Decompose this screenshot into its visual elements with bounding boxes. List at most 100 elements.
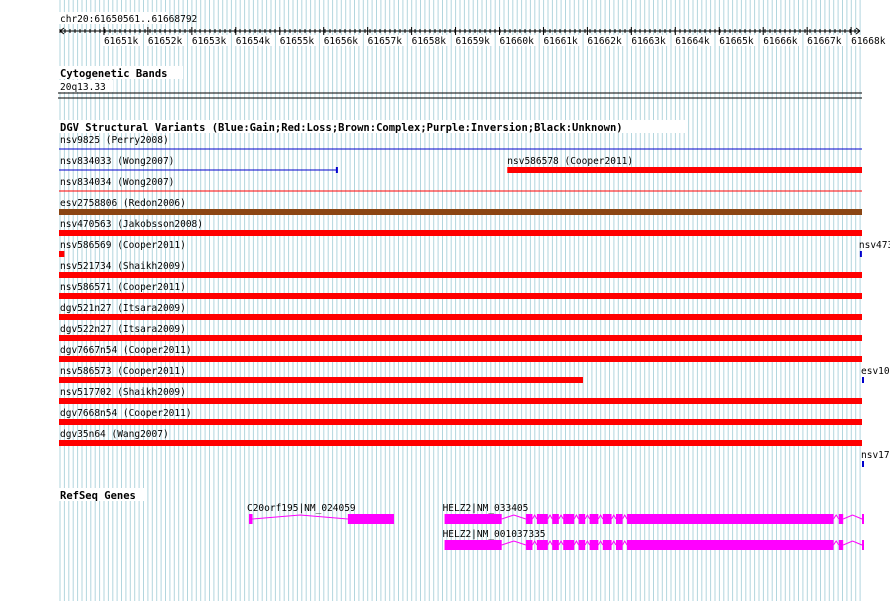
refseq-exon[interactable] [444, 514, 502, 524]
dgv-feature-label: nsv586571 (Cooper2011) [60, 282, 186, 293]
dgv-feature-label: nsv586569 (Cooper2011) [60, 240, 186, 251]
refseq-intron [573, 539, 580, 546]
dgv-feature[interactable]: esv100090 [861, 366, 890, 383]
refseq-intron [842, 514, 863, 520]
refseq-intron [573, 513, 580, 520]
dgv-title: DGV Structural Variants (Blue:Gain;Red:L… [60, 122, 623, 134]
ruler-tick-label: 61655k [280, 36, 315, 47]
refseq-exon[interactable] [589, 514, 599, 524]
refseq-exon[interactable] [444, 540, 502, 550]
dgv-feature-bar[interactable] [59, 209, 862, 215]
refseq-exon[interactable] [552, 514, 559, 524]
refseq-exon[interactable] [626, 514, 834, 524]
dgv-feature-label: nsv17940 [861, 450, 890, 461]
dgv-feature-bar[interactable] [59, 251, 65, 257]
refseq-exon[interactable] [536, 514, 548, 524]
dgv-feature-label: nsv517702 (Shaikh2009) [60, 387, 186, 398]
ruler-tick-label: 61667k [807, 36, 842, 47]
ruler-tick-label: 61664k [675, 36, 710, 47]
dgv-feature-label: nsv9825 (Perry2008) [60, 135, 169, 146]
dgv-feature[interactable]: nsv17940 [861, 450, 890, 467]
dgv-feature-bar[interactable] [59, 314, 862, 320]
refseq-exon[interactable] [615, 514, 623, 524]
refseq-exon[interactable] [626, 540, 834, 550]
dgv-feature-label: nsv834033 (Wong2007) [60, 156, 174, 167]
ruler-tick-label: 61661k [543, 36, 578, 47]
refseq-exon[interactable] [589, 540, 599, 550]
refseq-intron [547, 513, 553, 520]
refseq-exon[interactable] [525, 540, 533, 550]
refseq-title: RefSeq Genes [60, 490, 136, 502]
dgv-feature-tick[interactable] [859, 251, 862, 257]
ruler-tick-label: 61662k [587, 36, 622, 47]
dgv-feature-bar[interactable] [507, 167, 862, 173]
dgv-feature[interactable]: nsv834033 (Wong2007) [59, 156, 338, 173]
refseq-intron [501, 540, 527, 546]
dgv-feature-tick[interactable] [862, 461, 864, 467]
dgv-feature-label: dgv522n27 (Itsara2009) [60, 324, 186, 335]
dgv-feature-label: dgv7668n54 (Cooper2011) [60, 408, 192, 419]
dgv-feature-bar[interactable] [59, 377, 584, 383]
refseq-exon[interactable] [578, 540, 586, 550]
ruler-tick-label: 61666k [763, 36, 798, 47]
dgv-feature-label: nsv521734 (Shaikh2009) [60, 261, 186, 272]
refseq-intron [842, 540, 863, 546]
dgv-feature-bar[interactable] [59, 356, 862, 362]
ruler-tick-label: 61663k [631, 36, 666, 47]
ruler-tick-label: 61652k [148, 36, 183, 47]
ruler-tick-label: 61657k [368, 36, 403, 47]
refseq-exon[interactable] [862, 540, 864, 550]
refseq-exon[interactable] [578, 514, 586, 524]
dgv-feature-bar[interactable] [59, 419, 862, 425]
refseq-exon[interactable] [536, 540, 548, 550]
ruler-tick-label: 61656k [324, 36, 359, 47]
ruler-tick-label: 61658k [412, 36, 447, 47]
dgv-feature-label: nsv834034 (Wong2007) [60, 177, 174, 188]
refseq-exon[interactable] [615, 540, 623, 550]
dgv-feature-label: nsv586573 (Cooper2011) [60, 366, 186, 377]
cytoband-title: Cytogenetic Bands [60, 68, 167, 80]
ruler-tick-label: 61659k [456, 36, 491, 47]
refseq-exon[interactable] [525, 514, 533, 524]
ruler-tick-label: 61660k [500, 36, 535, 47]
refseq-exon[interactable] [552, 540, 559, 550]
refseq-exon[interactable] [563, 540, 575, 550]
refseq-intron [501, 514, 527, 520]
refseq-gene-label: HELZ2|NM_001037335 [443, 529, 546, 540]
ruler-tick-label: 61665k [719, 36, 754, 47]
refseq-intron [622, 539, 628, 546]
dgv-feature-bar[interactable] [59, 440, 862, 446]
refseq-exon[interactable] [862, 514, 864, 524]
ruler-tick-label: 61653k [192, 36, 227, 47]
refseq-exon[interactable] [602, 514, 612, 524]
dgv-feature-bar[interactable] [59, 335, 862, 341]
dgv-feature-label: dgv35n64 (Wang2007) [60, 429, 169, 440]
genome-browser-panel: chr20:61650561..61668792 61651k 61652k 616… [0, 0, 890, 601]
dgv-feature-label: dgv521n27 (Itsara2009) [60, 303, 186, 314]
dgv-feature-label: esv100090 [861, 366, 890, 377]
ruler-location: chr20:61650561..61668792 [60, 14, 197, 25]
genome-browser-canvas: chr20:61650561..61668792 61651k 61652k 616… [58, 0, 890, 601]
refseq-exon[interactable] [248, 514, 253, 524]
dgv-feature-bar[interactable] [59, 272, 862, 278]
dgv-feature-tick[interactable] [862, 377, 864, 383]
refseq-exon[interactable] [838, 540, 844, 550]
refseq-exon[interactable] [347, 514, 395, 524]
refseq-gene-label: HELZ2|NM_033405 [443, 503, 529, 514]
refseq-exon[interactable] [563, 514, 575, 524]
ruler-tick-label: 61654k [236, 36, 271, 47]
refseq-exon[interactable] [602, 540, 612, 550]
dgv-feature-label: esv2758806 (Redon2006) [60, 198, 186, 209]
dgv-feature-bar[interactable] [59, 293, 862, 299]
ruler-tick-label: 61668k [851, 36, 886, 47]
dgv-feature-label: nsv473307 [859, 240, 890, 251]
refseq-gene-label: C20orf195|NM_024059 [247, 503, 356, 514]
dgv-feature-bar[interactable] [59, 230, 862, 236]
refseq-intron [622, 513, 628, 520]
dgv-feature-label: nsv586578 (Cooper2011) [507, 156, 633, 167]
refseq-exon[interactable] [838, 514, 844, 524]
dgv-feature-label: nsv470563 (Jakobsson2008) [60, 219, 203, 230]
ruler-tick-label: 61651k [104, 36, 139, 47]
dgv-feature-bar[interactable] [59, 398, 862, 404]
dgv-feature[interactable]: nsv473307 [859, 240, 890, 257]
